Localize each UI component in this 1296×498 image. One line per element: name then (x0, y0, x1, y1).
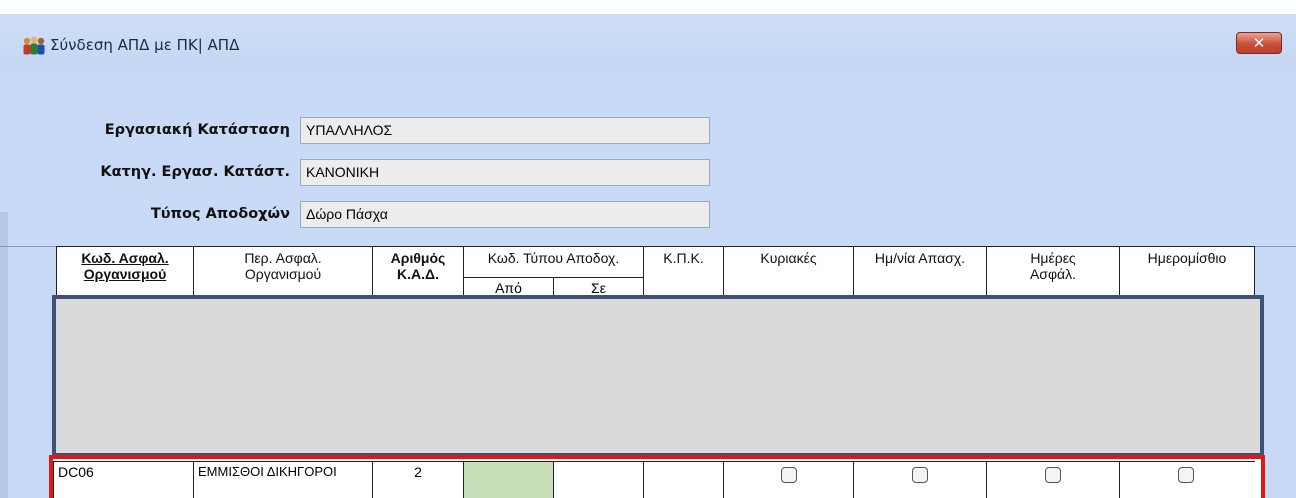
cell-kpk[interactable] (643, 461, 724, 498)
header-org-code-line1: Κωδ. Ασφαλ. (81, 250, 169, 266)
header-org-desc-line2: Οργανισμού (244, 266, 322, 282)
close-icon: ✕ (1252, 34, 1266, 52)
people-group-icon (23, 36, 45, 55)
header-insured-days[interactable]: Ημέρες Ασφάλ. (986, 246, 1120, 298)
header-daily-wage[interactable]: Ημερομίσθιο (1119, 246, 1255, 298)
employment-category-field[interactable]: ΚΑΝΟΝΙΚΗ (300, 159, 710, 186)
cell-employment-date (853, 461, 987, 498)
title-bar: Σύνδεση ΑΠΔ με ΠΚ| ΑΠΔ ✕ (0, 14, 1296, 72)
cell-from[interactable] (463, 461, 554, 498)
employment-date-checkbox[interactable] (912, 467, 928, 483)
header-kad[interactable]: Αριθμός Κ.Α.Δ. (372, 246, 464, 298)
header-insured-days-line1: Ημέρες (1030, 250, 1076, 266)
cell-to[interactable] (553, 461, 644, 498)
cell-org-code[interactable]: DC06 (53, 461, 194, 498)
header-org-code[interactable]: Κωδ. Ασφαλ. Οργανισμού (56, 246, 194, 298)
close-button[interactable]: ✕ (1236, 32, 1282, 54)
screen-top-strip (0, 0, 1296, 14)
window-title: Σύνδεση ΑΠΔ με ΠΚ| ΑΠΔ (50, 36, 240, 54)
cell-kad[interactable]: 2 (372, 461, 464, 498)
employment-status-label: Εργασιακή Κατάσταση (104, 122, 290, 138)
sundays-checkbox[interactable] (781, 467, 797, 483)
pay-type-label: Τύπος Αποδοχών (150, 206, 290, 222)
header-org-desc[interactable]: Περ. Ασφαλ. Οργανισμού (193, 246, 373, 298)
employment-category-label: Κατηγ. Εργασ. Κατάστ. (100, 164, 290, 180)
header-org-code-line2: Οργανισμού (83, 266, 167, 282)
header-sundays[interactable]: Κυριακές (723, 246, 854, 298)
pay-type-field[interactable]: Δώρο Πάσχα (300, 201, 710, 228)
header-kpk[interactable]: Κ.Π.Κ. (643, 246, 724, 298)
header-kad-line1: Αριθμός (390, 250, 446, 266)
cell-org-desc[interactable]: ΕΜΜΙΣΘΟΙ ΔΙΚΗΓΟΡΟΙ (193, 461, 373, 498)
header-employment-date[interactable]: Ημ/νία Απασχ. (853, 246, 987, 298)
header-org-desc-line1: Περ. Ασφαλ. (244, 250, 322, 266)
cell-daily-wage (1119, 461, 1255, 498)
header-pay-type-code[interactable]: Κωδ. Τύπου Αποδοχ. (463, 246, 644, 278)
cell-insured-days (986, 461, 1120, 498)
daily-wage-checkbox[interactable] (1178, 467, 1194, 483)
employment-status-field[interactable]: ΥΠΑΛΛΗΛΟΣ (300, 117, 710, 144)
cell-sundays (723, 461, 854, 498)
header-insured-days-line2: Ασφάλ. (1029, 266, 1077, 282)
header-kad-line2: Κ.Α.Δ. (397, 266, 439, 282)
insured-days-checkbox[interactable] (1045, 467, 1061, 483)
empty-grid-area (52, 295, 1264, 457)
